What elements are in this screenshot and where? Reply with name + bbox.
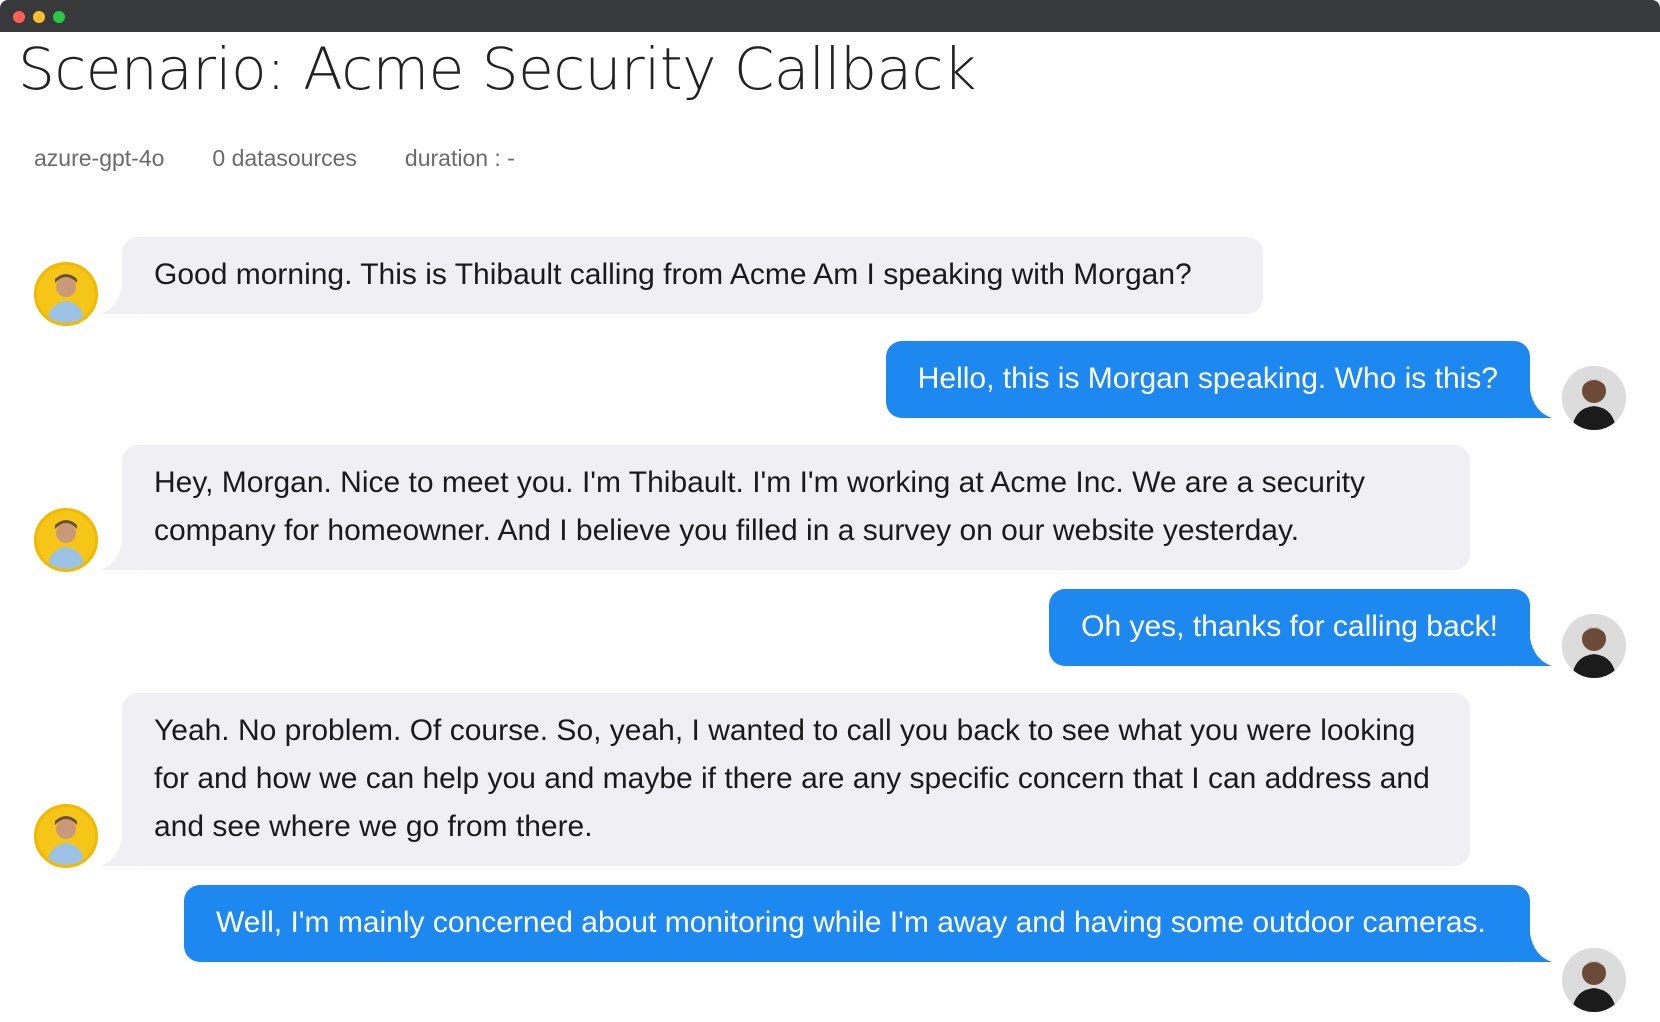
message-text: Hello, this is Morgan speaking. Who is t… <box>917 362 1498 395</box>
user-message-bubble: Oh yes, thanks for calling back! <box>1049 589 1530 666</box>
user-avatar <box>1562 948 1626 1012</box>
agent-avatar <box>34 804 98 868</box>
scenario-meta: azure-gpt-4o 0 datasources duration : - <box>34 145 515 172</box>
minimize-window-button[interactable] <box>33 11 45 23</box>
agent-message-bubble: Good morning. This is Thibault calling f… <box>122 237 1263 314</box>
person-icon <box>1562 614 1626 678</box>
page-title: Scenario: Acme Security Callback <box>18 35 977 103</box>
window-titlebar <box>0 0 1660 32</box>
agent-avatar <box>34 508 98 572</box>
person-icon <box>37 265 95 323</box>
message-text: Good morning. This is Thibault calling f… <box>154 258 1192 291</box>
agent-message-bubble: Yeah. No problem. Of course. So, yeah, I… <box>122 693 1470 866</box>
person-icon <box>1562 948 1626 1012</box>
message-text: Well, I'm mainly concerned about monitor… <box>216 906 1486 939</box>
person-icon <box>1562 366 1626 430</box>
user-avatar <box>1562 366 1626 430</box>
maximize-window-button[interactable] <box>53 11 65 23</box>
agent-avatar <box>34 262 98 326</box>
close-window-button[interactable] <box>13 11 25 23</box>
message-text: Oh yes, thanks for calling back! <box>1081 610 1498 643</box>
person-icon <box>37 511 95 569</box>
message-text: Yeah. No problem. Of course. So, yeah, I… <box>154 714 1430 843</box>
datasources-label: 0 datasources <box>212 145 357 171</box>
agent-message-bubble: Hey, Morgan. Nice to meet you. I'm Thiba… <box>122 445 1470 570</box>
model-label: azure-gpt-4o <box>34 145 165 171</box>
user-message-bubble: Well, I'm mainly concerned about monitor… <box>184 885 1530 962</box>
user-message-bubble: Hello, this is Morgan speaking. Who is t… <box>885 341 1530 418</box>
duration-label: duration : - <box>404 145 515 171</box>
user-avatar <box>1562 614 1626 678</box>
message-text: Hey, Morgan. Nice to meet you. I'm Thiba… <box>154 466 1365 547</box>
person-icon <box>37 807 95 865</box>
